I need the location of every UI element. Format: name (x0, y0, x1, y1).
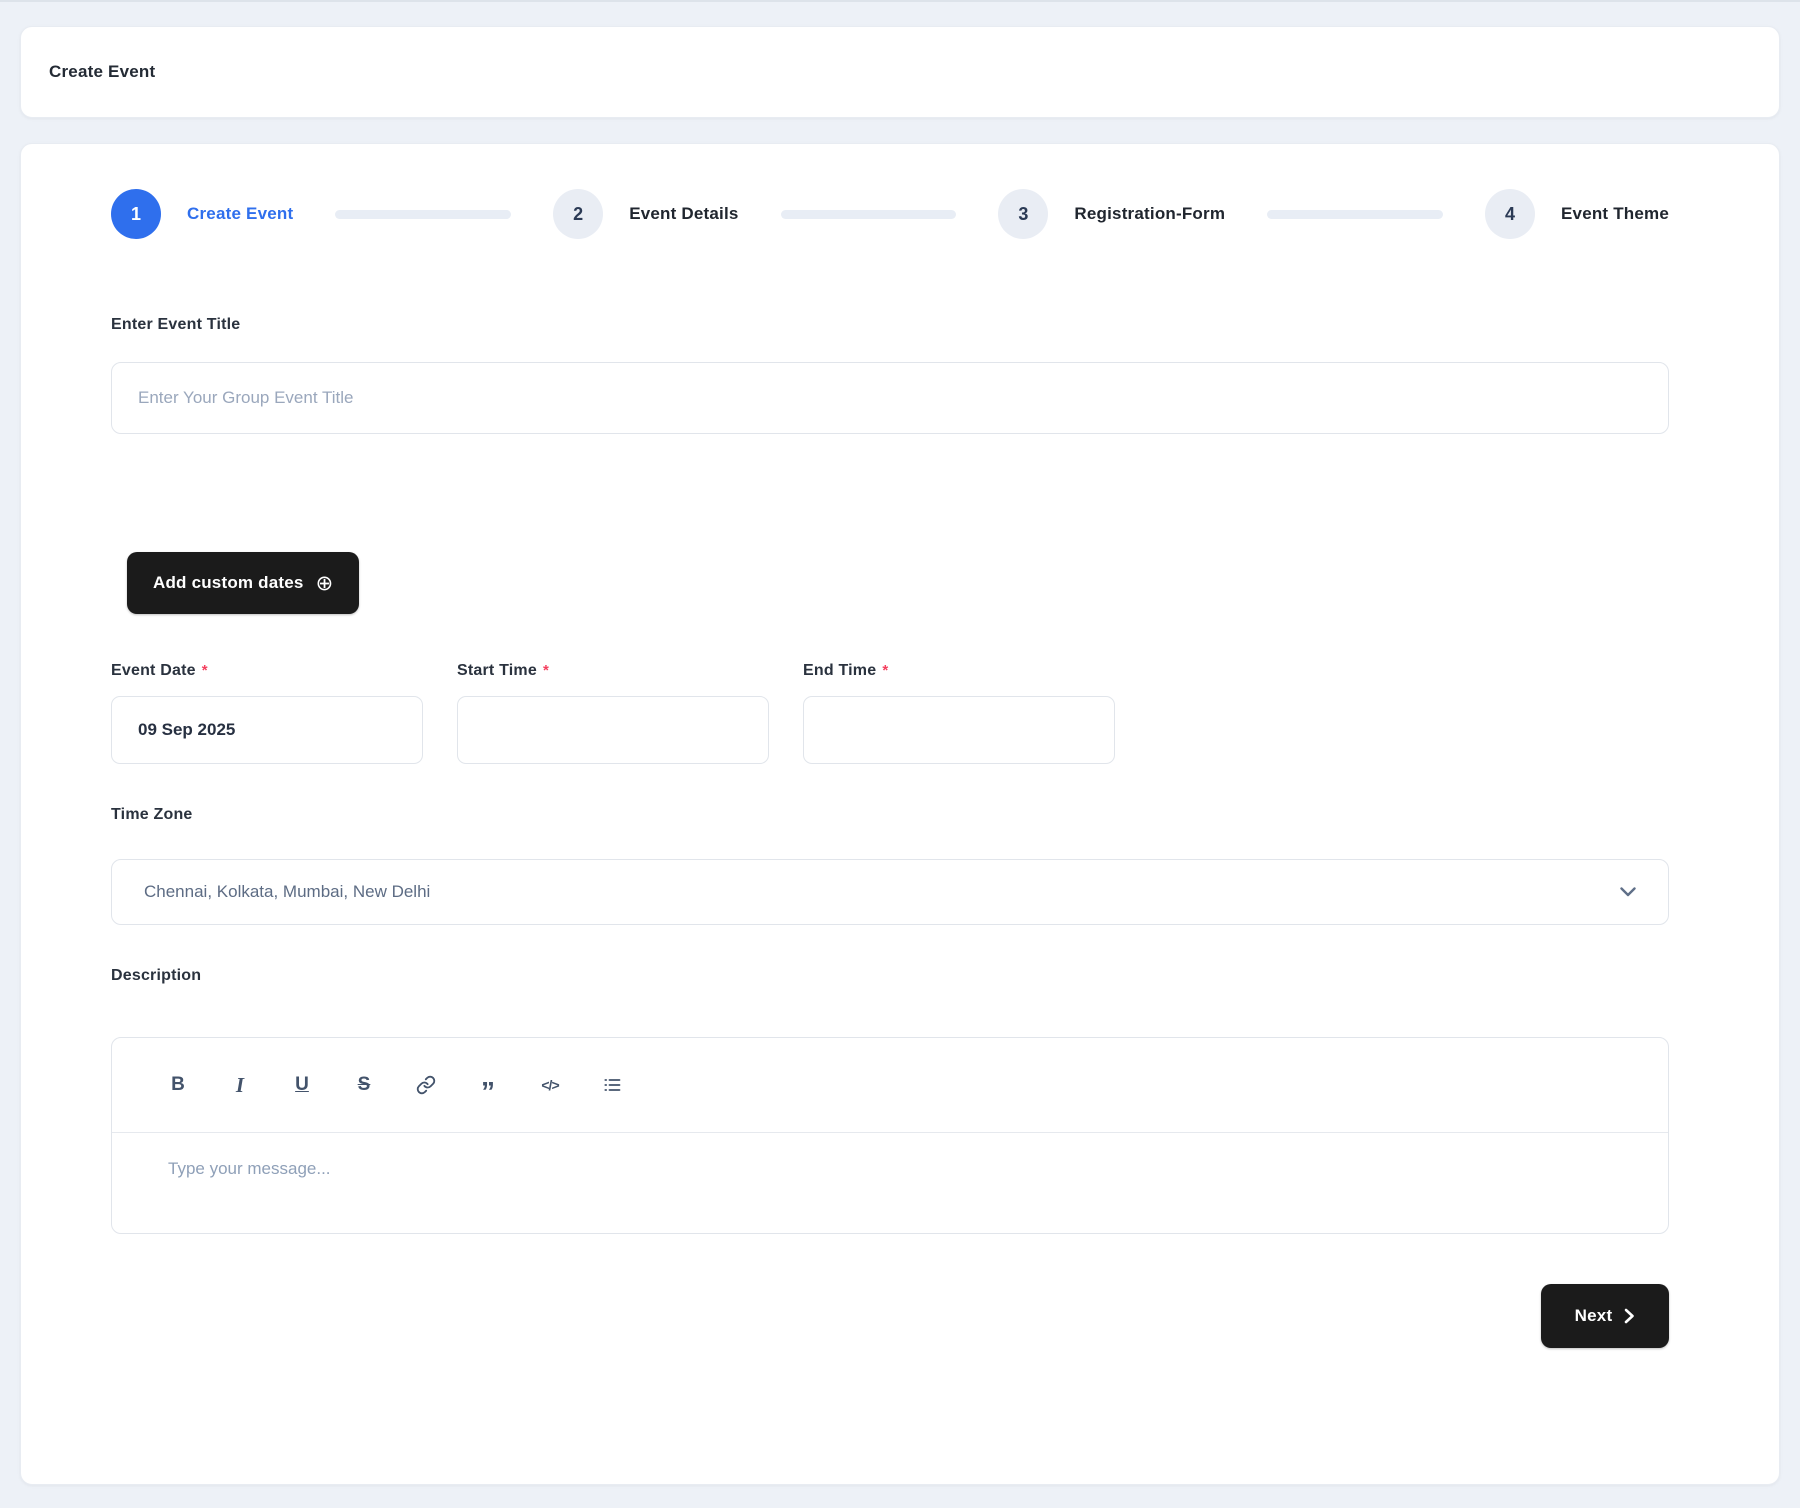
description-label: Description (111, 967, 202, 984)
italic-icon[interactable]: I (218, 1063, 262, 1107)
start-time-field: Start Time * (457, 662, 769, 764)
form-actions: Next (111, 1284, 1669, 1348)
page-header-card: Create Event (20, 26, 1780, 118)
start-time-label: Start Time * (457, 662, 549, 679)
event-date-input[interactable] (111, 696, 423, 764)
start-time-input[interactable] (457, 696, 769, 764)
strikethrough-icon[interactable]: S (342, 1063, 386, 1107)
add-custom-dates-label: Add custom dates (153, 573, 304, 592)
stepper: 1 Create Event 2 Event Details 3 Registr… (111, 189, 1669, 239)
stepper-connector (780, 209, 957, 219)
date-time-row: Event Date * Start Time * End Time * (111, 662, 1669, 764)
step-1-label: Create Event (187, 204, 294, 223)
quote-icon[interactable]: ” (466, 1063, 510, 1107)
time-zone-label: Time Zone (111, 806, 193, 823)
required-asterisk: * (882, 662, 889, 679)
create-event-form-card: 1 Create Event 2 Event Details 3 Registr… (20, 143, 1780, 1485)
description-editor: B I U S ” </> Type your message... (111, 1037, 1669, 1234)
end-time-label: End Time * (803, 662, 889, 679)
chevron-right-icon (1624, 1308, 1635, 1324)
plus-circle-icon: ⊕ (315, 571, 334, 595)
end-time-field: End Time * (803, 662, 1115, 764)
step-registration-form[interactable]: 3 Registration-Form (998, 189, 1225, 239)
event-date-label: Event Date * (111, 662, 208, 679)
stepper-connector (1267, 209, 1443, 219)
step-event-theme[interactable]: 4 Event Theme (1485, 189, 1669, 239)
time-zone-value: Chennai, Kolkata, Mumbai, New Delhi (144, 882, 431, 901)
next-button-label: Next (1574, 1306, 1613, 1325)
step-3-circle[interactable]: 3 (998, 189, 1049, 239)
step-create-event[interactable]: 1 Create Event (111, 189, 293, 239)
description-placeholder: Type your message... (168, 1159, 331, 1178)
add-custom-dates-button[interactable]: Add custom dates ⊕ (127, 552, 360, 614)
required-asterisk: * (201, 662, 208, 679)
bold-icon[interactable]: B (156, 1063, 200, 1107)
step-4-circle[interactable]: 4 (1485, 189, 1535, 239)
list-icon[interactable] (590, 1063, 634, 1107)
code-icon[interactable]: </> (528, 1063, 572, 1107)
stepper-connector (335, 209, 512, 219)
next-button[interactable]: Next (1541, 1284, 1669, 1348)
required-asterisk: * (542, 662, 549, 679)
editor-toolbar: B I U S ” </> (112, 1038, 1668, 1133)
step-3-label: Registration-Form (1074, 204, 1226, 223)
event-date-field: Event Date * (111, 662, 423, 764)
end-time-input[interactable] (803, 696, 1115, 764)
link-icon[interactable] (404, 1063, 448, 1107)
description-textarea[interactable]: Type your message... (112, 1133, 1668, 1233)
event-title-input[interactable] (111, 362, 1669, 434)
underline-icon[interactable]: U (280, 1063, 324, 1107)
chevron-down-icon (1620, 887, 1636, 897)
step-2-circle[interactable]: 2 (553, 189, 604, 239)
step-event-details[interactable]: 2 Event Details (553, 189, 738, 239)
event-title-label: Enter Event Title (111, 316, 241, 333)
step-4-label: Event Theme (1561, 204, 1670, 223)
page-title: Create Event (49, 62, 156, 81)
step-1-circle[interactable]: 1 (111, 189, 161, 239)
time-zone-select[interactable]: Chennai, Kolkata, Mumbai, New Delhi (111, 859, 1669, 925)
step-2-label: Event Details (629, 204, 739, 223)
